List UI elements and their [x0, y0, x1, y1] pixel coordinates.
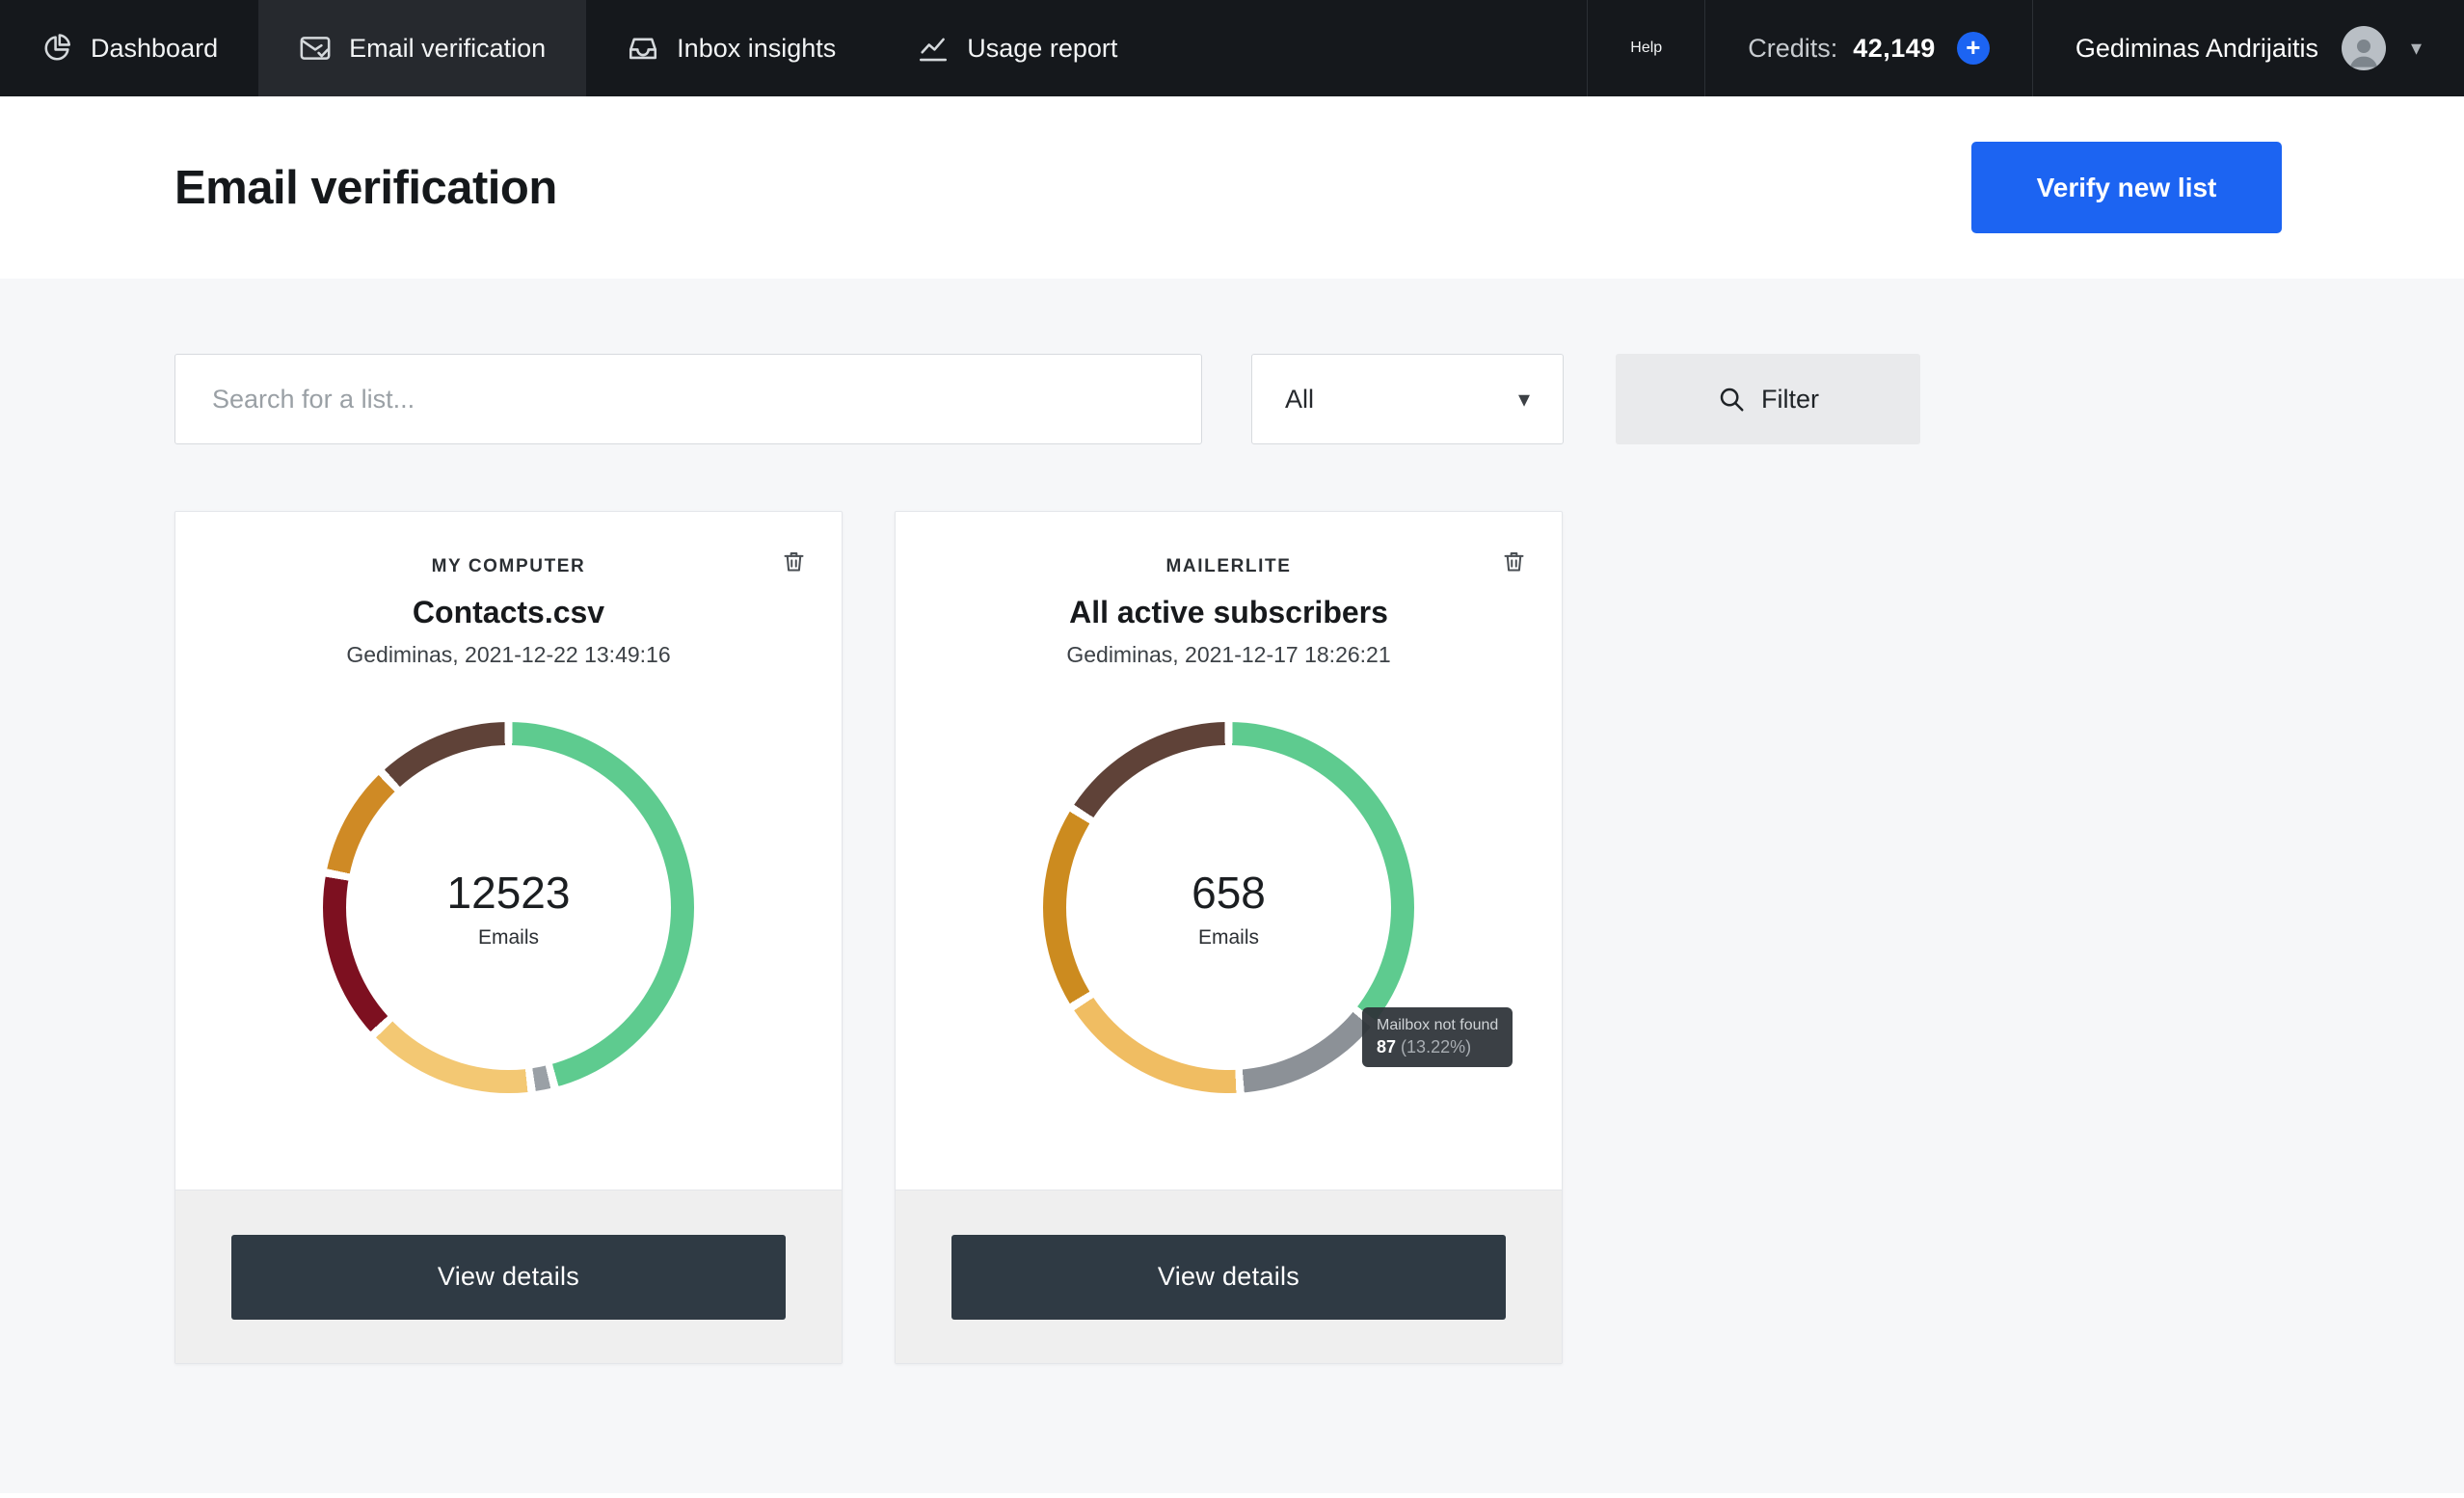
help-link[interactable]: Help: [1587, 0, 1704, 96]
list-title: All active subscribers: [1069, 595, 1388, 629]
view-details-button[interactable]: View details: [951, 1234, 1506, 1320]
list-type-select[interactable]: All ▾: [1251, 354, 1564, 444]
delete-list-button[interactable]: [781, 548, 807, 579]
person-silhouette-icon: [2349, 40, 2378, 67]
list-meta: Gediminas, 2021-12-17 18:26:21: [1066, 642, 1391, 667]
tooltip-label: Mailbox not found: [1377, 1017, 1499, 1033]
credits-label: Credits:: [1748, 33, 1838, 63]
inbox-icon: [629, 38, 657, 60]
filter-button[interactable]: Filter: [1616, 354, 1920, 444]
nav-right: Help Credits: 42,149 + Gediminas Andrija…: [1587, 0, 2464, 96]
nav-left: Dashboard Email verification Inbox insig…: [0, 0, 1158, 96]
trash-icon: [784, 552, 804, 572]
card-footer: View details: [175, 1190, 842, 1363]
lists-grid: MY COMPUTER Contacts.csv Gediminas, 2021…: [174, 511, 2290, 1364]
nav-item-label: Email verification: [349, 33, 547, 63]
search-input[interactable]: [174, 354, 1202, 444]
list-source-label: MAILERLITE: [1165, 556, 1292, 576]
chart-area: 12523 Emails: [323, 722, 694, 1093]
list-source-label: MY COMPUTER: [431, 556, 586, 576]
segment-tooltip: Mailbox not found 87 (13.22%): [1362, 1007, 1513, 1067]
card-body: MAILERLITE All active subscribers Gedimi…: [896, 512, 1562, 1190]
nav-item-inbox-insights[interactable]: Inbox insights: [586, 0, 876, 96]
list-title: Contacts.csv: [412, 595, 605, 629]
main-content: All ▾ Filter MY COMPUTER Contacts.csv Ge…: [0, 279, 2464, 1493]
verification-donut-chart[interactable]: [323, 722, 694, 1093]
user-menu[interactable]: Gediminas Andrijaitis ▾: [2031, 0, 2464, 96]
plus-icon: +: [1966, 33, 1981, 62]
user-avatar[interactable]: [2341, 26, 2386, 70]
filters-row: All ▾ Filter: [174, 354, 2290, 444]
card-body: MY COMPUTER Contacts.csv Gediminas, 2021…: [175, 512, 842, 1190]
credits-value: 42,149: [1853, 33, 1936, 63]
nav-item-email-verification[interactable]: Email verification: [258, 0, 587, 96]
nav-item-label: Inbox insights: [677, 33, 837, 63]
filter-button-label: Filter: [1761, 384, 1819, 414]
verify-new-list-button[interactable]: Verify new list: [1971, 142, 2282, 233]
chevron-down-icon[interactable]: ▾: [2411, 36, 2422, 61]
nav-item-dashboard[interactable]: Dashboard: [0, 0, 258, 96]
add-credits-button[interactable]: +: [1956, 32, 1990, 65]
credits-block: Credits: 42,149 +: [1704, 0, 2032, 96]
nav-item-usage-report[interactable]: Usage report: [876, 0, 1158, 96]
tooltip-value: 87 (13.22%): [1377, 1037, 1472, 1057]
delete-list-button[interactable]: [1501, 548, 1527, 579]
search-icon: [1720, 388, 1744, 412]
list-card-contacts-csv: MY COMPUTER Contacts.csv Gediminas, 2021…: [174, 511, 843, 1364]
chevron-down-icon: ▾: [1517, 386, 1530, 413]
top-nav: Dashboard Email verification Inbox insig…: [0, 0, 2464, 96]
card-footer: View details: [896, 1190, 1562, 1363]
nav-item-label: Dashboard: [91, 33, 219, 63]
nav-item-label: Usage report: [967, 33, 1118, 63]
user-name: Gediminas Andrijaitis: [2075, 33, 2318, 63]
page-title: Email verification: [174, 161, 557, 214]
dropdown-value: All: [1285, 384, 1315, 414]
page-header: Email verification Verify new list: [0, 96, 2464, 279]
list-meta: Gediminas, 2021-12-22 13:49:16: [346, 642, 671, 667]
verification-donut-chart[interactable]: [1043, 722, 1414, 1093]
dashboard-pie-icon: [44, 34, 71, 61]
line-chart-icon: [920, 38, 948, 62]
view-details-button[interactable]: View details: [231, 1234, 786, 1320]
list-card-all-active-subscribers: MAILERLITE All active subscribers Gedimi…: [895, 511, 1563, 1364]
chart-area: 658 Emails Mailbox not found 87 (13.22%): [1043, 722, 1513, 1093]
help-label: Help: [1630, 40, 1663, 56]
email-check-icon: [300, 37, 331, 60]
trash-icon: [1504, 552, 1524, 572]
